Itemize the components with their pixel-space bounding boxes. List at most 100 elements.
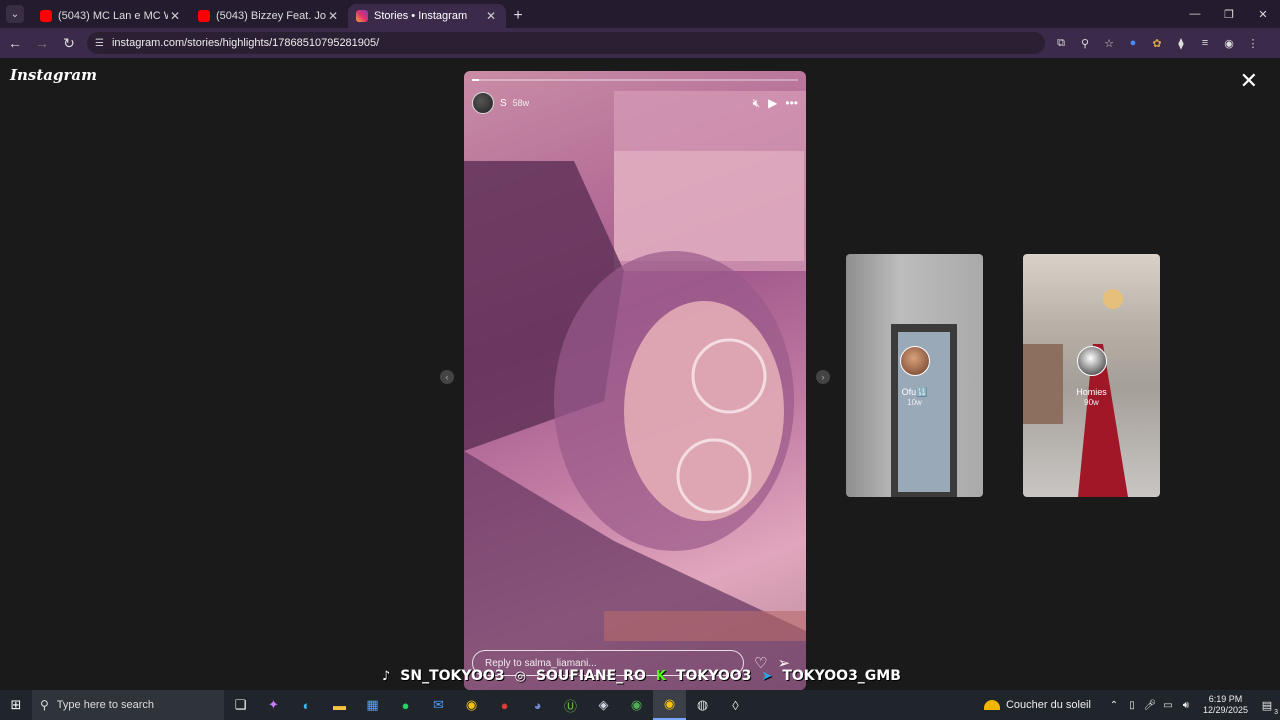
extension-cookie-icon[interactable]: ✿ xyxy=(1145,31,1169,55)
network-icon[interactable]: ▭ xyxy=(1160,700,1176,711)
new-tab-button[interactable]: + xyxy=(506,4,530,28)
telegram-handle: TOKYOO3_GMB xyxy=(782,668,901,684)
avatar[interactable] xyxy=(472,92,494,114)
next-highlight-thumbnail[interactable]: Homies 90w xyxy=(1023,254,1160,497)
zoom-icon[interactable]: ⚲ xyxy=(1073,31,1097,55)
microsoft-store-icon[interactable]: ▦ xyxy=(356,690,389,720)
tab-strip: ⌄ (5043) MC Lan e MC WM - Sua ✕ (5043) B… xyxy=(0,0,1280,28)
highlight-name: Homies xyxy=(1076,387,1107,397)
weather-widget[interactable]: Coucher du soleil xyxy=(983,699,1091,711)
profile-avatar-icon[interactable]: ◉ xyxy=(1217,31,1241,55)
media-control-icon[interactable]: ≡ xyxy=(1193,31,1217,55)
toolbar-icons: ⧉ ⚲ ☆ ● ✿ ⧫ ≡ ◉ ⋮ xyxy=(1049,31,1265,55)
close-icon[interactable]: ✕ xyxy=(1240,68,1258,94)
chrome-profile-icon[interactable]: ◉ xyxy=(620,690,653,720)
windows-start-icon[interactable]: ⊞ xyxy=(0,697,32,713)
close-tab-icon[interactable]: ✕ xyxy=(326,9,340,23)
play-icon[interactable]: ▶ xyxy=(768,96,777,110)
notification-icon[interactable]: ▤ 3 xyxy=(1254,699,1280,716)
notification-count: 3 xyxy=(1274,708,1278,716)
close-window-icon[interactable]: ✕ xyxy=(1246,0,1280,28)
file-explorer-icon[interactable]: ▬ xyxy=(323,690,356,720)
next-highlight-thumbnail[interactable]: Ofu🔢 10w xyxy=(846,254,983,497)
bookmark-star-icon[interactable]: ☆ xyxy=(1097,31,1121,55)
tab-title: Stories • Instagram xyxy=(374,10,468,22)
previous-story-arrow-icon[interactable]: ‹ xyxy=(440,370,454,384)
system-tray: Coucher du soleil ⌃ ▯ 🎤︎ ▭ 🔊︎ 6:19 PM 12… xyxy=(983,690,1280,720)
red-app-icon[interactable]: ● xyxy=(488,690,521,720)
extension-blue-icon[interactable]: ● xyxy=(1121,31,1145,55)
weather-text: Coucher du soleil xyxy=(1005,699,1091,711)
story-username[interactable]: S xyxy=(500,98,507,109)
story-progress-bar xyxy=(472,79,798,81)
mail-icon[interactable]: ✉ xyxy=(422,690,455,720)
clock-time: 6:19 PM xyxy=(1208,694,1243,704)
chevron-up-icon[interactable]: ⌃ xyxy=(1106,700,1122,711)
tab-youtube-2[interactable]: (5043) Bizzey Feat. Jozo & Kraa ✕ xyxy=(190,4,348,28)
install-app-icon[interactable]: ⧉ xyxy=(1049,31,1073,55)
story-photo xyxy=(464,91,806,690)
youtube-icon xyxy=(198,10,210,22)
instagram-handle: SOUFIANE_RO xyxy=(535,668,646,684)
discord-icon[interactable]: ◕ xyxy=(521,690,554,720)
task-view-icon[interactable]: ❏ xyxy=(224,690,257,720)
search-icon: ⚲ xyxy=(40,698,49,712)
instagram-icon xyxy=(356,10,368,22)
tab-title: (5043) Bizzey Feat. Jozo & Kraa xyxy=(216,10,326,22)
close-tab-icon[interactable]: ✕ xyxy=(168,9,182,23)
obs-icon[interactable]: ◍ xyxy=(686,690,719,720)
restore-icon[interactable]: ❐ xyxy=(1212,0,1246,28)
highlight-age: 10w xyxy=(907,398,922,407)
search-placeholder: Type here to search xyxy=(56,699,155,711)
extensions-puzzle-icon[interactable]: ⧫ xyxy=(1169,31,1193,55)
taskbar: ⊞ ⚲ Type here to search ❏ ✦ ◐ ▬ ▦ ● ✉ ◉ … xyxy=(0,690,1280,720)
story-progress-fill xyxy=(472,79,479,81)
avatar xyxy=(1076,346,1107,376)
tab-search-dropdown[interactable]: ⌄ xyxy=(6,5,24,23)
highlight-name: Ofu🔢 xyxy=(901,387,928,397)
back-arrow-icon[interactable]: ← xyxy=(3,31,27,55)
address-bar[interactable]: ☰ instagram.com/stories/highlights/17868… xyxy=(87,32,1045,54)
kick-icon: K xyxy=(655,668,666,684)
chrome-icon[interactable]: ◉ xyxy=(455,690,488,720)
tab-instagram-stories[interactable]: Stories • Instagram ✕ xyxy=(348,4,506,28)
tab-youtube-1[interactable]: (5043) MC Lan e MC WM - Sua ✕ xyxy=(32,4,190,28)
forward-arrow-icon[interactable]: → xyxy=(30,31,54,55)
app-icon[interactable]: ◊ xyxy=(719,690,752,720)
muted-speaker-icon[interactable]: 🔇︎ xyxy=(753,96,761,111)
menu-kebab-icon[interactable]: ⋮ xyxy=(1241,31,1265,55)
youtube-icon xyxy=(40,10,52,22)
taskbar-search[interactable]: ⚲ Type here to search xyxy=(32,690,224,720)
steam-icon[interactable]: ◈ xyxy=(587,690,620,720)
close-tab-icon[interactable]: ✕ xyxy=(484,9,498,23)
avatar xyxy=(899,346,930,376)
chrome-active-icon[interactable]: ◉ xyxy=(653,690,686,720)
kick-handle: TOKYOO3 xyxy=(675,668,752,684)
story-controls: 🔇︎ ▶ ••• xyxy=(753,96,798,111)
volume-icon[interactable]: 🔊︎ xyxy=(1178,700,1194,711)
telegram-icon: ➤ xyxy=(761,668,773,684)
active-story[interactable]: S 58w 🔇︎ ▶ ••• ♡ ➢ xyxy=(464,71,806,690)
tiktok-handle: SN_TOKYOO3 xyxy=(400,668,505,684)
next-story-arrow-icon[interactable]: › xyxy=(816,370,830,384)
browser-toolbar: ← → ↻ ☰ instagram.com/stories/highlights… xyxy=(0,28,1280,58)
microphone-icon[interactable]: 🎤︎ xyxy=(1142,700,1158,711)
sunset-icon xyxy=(983,700,1000,710)
highlight-age: 90w xyxy=(1084,398,1099,407)
battery-icon[interactable]: ▯ xyxy=(1124,700,1140,711)
edge-icon[interactable]: ◐ xyxy=(290,690,323,720)
utorrent-icon[interactable]: Ⓤ xyxy=(554,690,587,720)
story-header: S 58w 🔇︎ ▶ ••• xyxy=(472,91,798,115)
tab-title: (5043) MC Lan e MC WM - Sua xyxy=(58,10,168,22)
clock[interactable]: 6:19 PM 12/29/2025 xyxy=(1203,694,1248,716)
window-controls: — ❐ ✕ xyxy=(1178,0,1280,28)
social-handles-overlay: ♪ SN_TOKYOO3 ◎ SOUFIANE_RO K TOKYOO3 ➤ T… xyxy=(382,666,902,686)
spotify-icon[interactable]: ● xyxy=(389,690,422,720)
instagram-logo[interactable]: Instagram xyxy=(10,66,97,84)
more-options-icon[interactable]: ••• xyxy=(785,96,798,110)
reload-icon[interactable]: ↻ xyxy=(57,31,81,55)
site-info-icon[interactable]: ☰ xyxy=(95,38,104,49)
minimize-icon[interactable]: — xyxy=(1178,0,1212,28)
copilot-icon[interactable]: ✦ xyxy=(257,690,290,720)
url-text: instagram.com/stories/highlights/1786851… xyxy=(111,37,380,49)
